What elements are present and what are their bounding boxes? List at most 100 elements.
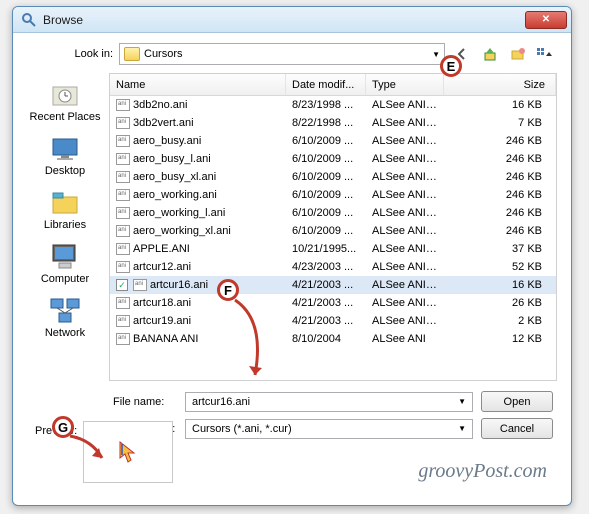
file-type: ALSee ANI ... <box>366 171 444 183</box>
file-row[interactable]: aero_busy_l.ani 6/10/2009 ...ALSee ANI ..… <box>110 150 556 168</box>
titlebar: Browse ✕ <box>13 7 571 33</box>
column-headers: Name Date modif... Type Size <box>110 74 556 96</box>
file-icon <box>116 171 130 183</box>
file-size: 2 KB <box>444 315 556 327</box>
file-name: APPLE.ANI <box>133 243 190 255</box>
file-icon <box>116 117 130 129</box>
preview-box <box>83 421 173 483</box>
file-row[interactable]: artcur12.ani4/23/2003 ...ALSee ANI ...52… <box>110 258 556 276</box>
file-name: aero_busy_xl.ani <box>133 171 216 183</box>
file-type: ALSee ANI ... <box>366 153 444 165</box>
file-name: aero_busy_l.ani <box>133 153 211 165</box>
file-size: 246 KB <box>444 225 556 237</box>
file-date: 6/10/2009 ... <box>286 225 366 237</box>
file-date: 4/21/2003 ... <box>286 315 366 327</box>
new-folder-button[interactable] <box>507 43 529 65</box>
file-size: 26 KB <box>444 297 556 309</box>
file-name: aero_working.ani <box>133 189 217 201</box>
lookin-value: Cursors <box>144 48 428 60</box>
callout-g: G <box>52 416 74 438</box>
places-bar: Recent Places Desktop Libraries Computer… <box>27 73 103 381</box>
file-type: ALSee ANI ... <box>366 117 444 129</box>
cancel-button[interactable]: Cancel <box>481 418 553 439</box>
file-icon <box>116 243 130 255</box>
file-size: 37 KB <box>444 243 556 255</box>
checkbox-icon[interactable]: ✓ <box>116 279 128 291</box>
file-row[interactable]: 3db2no.ani8/23/1998 ...ALSee ANI ...16 K… <box>110 96 556 114</box>
file-row[interactable]: aero_working.ani6/10/2009 ...ALSee ANI .… <box>110 186 556 204</box>
file-name: artcur18.ani <box>133 297 191 309</box>
col-name[interactable]: Name <box>110 74 286 95</box>
place-desktop[interactable]: Desktop <box>27 131 103 179</box>
file-date: 6/10/2009 ... <box>286 171 366 183</box>
place-computer[interactable]: Computer <box>27 239 103 287</box>
open-button[interactable]: Open <box>481 391 553 412</box>
up-button[interactable] <box>479 43 501 65</box>
file-date: 8/22/1998 ... <box>286 117 366 129</box>
file-row[interactable]: APPLE.ANI10/21/1995...ALSee ANI ...37 KB <box>110 240 556 258</box>
col-size[interactable]: Size <box>444 74 556 95</box>
file-type: ALSee ANI ... <box>366 189 444 201</box>
file-row[interactable]: artcur18.ani4/21/2003 ...ALSee ANI ...26… <box>110 294 556 312</box>
file-date: 8/10/2004 <box>286 333 366 345</box>
browse-dialog: Browse ✕ Look in: Cursors ▼ Recent Place… <box>12 6 572 506</box>
folder-icon <box>124 47 140 61</box>
place-network[interactable]: Network <box>27 293 103 341</box>
col-date[interactable]: Date modif... <box>286 74 366 95</box>
col-type[interactable]: Type <box>366 74 444 95</box>
file-row[interactable]: ✓artcur16.ani4/21/2003 ...ALSee ANI ...1… <box>110 276 556 294</box>
file-icon <box>116 189 130 201</box>
file-name: aero_busy.ani <box>133 135 201 147</box>
file-row[interactable]: aero_working_l.ani 6/10/2009 ...ALSee ANI… <box>110 204 556 222</box>
file-name: aero_working_l.ani <box>133 207 225 219</box>
place-libraries[interactable]: Libraries <box>27 185 103 233</box>
file-size: 16 KB <box>444 99 556 111</box>
file-icon <box>116 207 130 219</box>
file-name: artcur16.ani <box>150 279 208 291</box>
computer-icon <box>47 241 83 271</box>
file-size: 246 KB <box>444 135 556 147</box>
file-date: 6/10/2009 ... <box>286 207 366 219</box>
place-recent[interactable]: Recent Places <box>27 77 103 125</box>
lookin-combo[interactable]: Cursors ▼ <box>119 43 445 65</box>
file-row[interactable]: aero_busy_xl.ani 6/10/2009 ...ALSee ANI .… <box>110 168 556 186</box>
recent-icon <box>47 79 83 109</box>
file-date: 6/10/2009 ... <box>286 153 366 165</box>
file-type: ALSee ANI ... <box>366 243 444 255</box>
file-type: ALSee ANI ... <box>366 99 444 111</box>
file-icon <box>116 261 130 273</box>
watermark: groovyPost.com <box>418 460 547 483</box>
file-size: 246 KB <box>444 171 556 183</box>
view-menu-button[interactable] <box>535 43 557 65</box>
file-size: 246 KB <box>444 207 556 219</box>
file-type: ALSee ANI ... <box>366 297 444 309</box>
file-row[interactable]: artcur19.ani 4/21/2003 ...ALSee ANI ...2 … <box>110 312 556 330</box>
file-name: artcur12.ani <box>133 261 191 273</box>
file-name: artcur19.ani <box>133 315 191 327</box>
file-name: BANANA ANI <box>133 333 198 345</box>
file-icon <box>133 279 147 291</box>
file-row[interactable]: BANANA ANI8/10/2004ALSee ANI12 KB <box>110 330 556 348</box>
file-size: 52 KB <box>444 261 556 273</box>
file-icon <box>116 225 130 237</box>
chevron-down-icon: ▼ <box>432 50 440 59</box>
cursor-preview-icon <box>116 440 140 464</box>
file-type: ALSee ANI ... <box>366 207 444 219</box>
file-type: ALSee ANI ... <box>366 135 444 147</box>
file-type: ALSee ANI ... <box>366 315 444 327</box>
file-date: 6/10/2009 ... <box>286 135 366 147</box>
filetype-combo[interactable]: Cursors (*.ani, *.cur) ▼ <box>185 419 473 439</box>
filename-input[interactable]: artcur16.ani ▼ <box>185 392 473 412</box>
filename-label: File name: <box>113 396 185 408</box>
file-type: ALSee ANI ... <box>366 279 444 291</box>
file-size: 246 KB <box>444 153 556 165</box>
file-icon <box>116 315 130 327</box>
file-row[interactable]: aero_working_xl.ani6/10/2009 ...ALSee AN… <box>110 222 556 240</box>
callout-e: E <box>440 55 462 77</box>
file-icon <box>116 135 130 147</box>
file-row[interactable]: 3db2vert.ani8/22/1998 ...ALSee ANI ...7 … <box>110 114 556 132</box>
file-name: 3db2vert.ani <box>133 117 194 129</box>
file-row[interactable]: aero_busy.ani 6/10/2009 ...ALSee ANI ...2… <box>110 132 556 150</box>
file-rows[interactable]: 3db2no.ani8/23/1998 ...ALSee ANI ...16 K… <box>110 96 556 380</box>
close-button[interactable]: ✕ <box>525 11 567 29</box>
